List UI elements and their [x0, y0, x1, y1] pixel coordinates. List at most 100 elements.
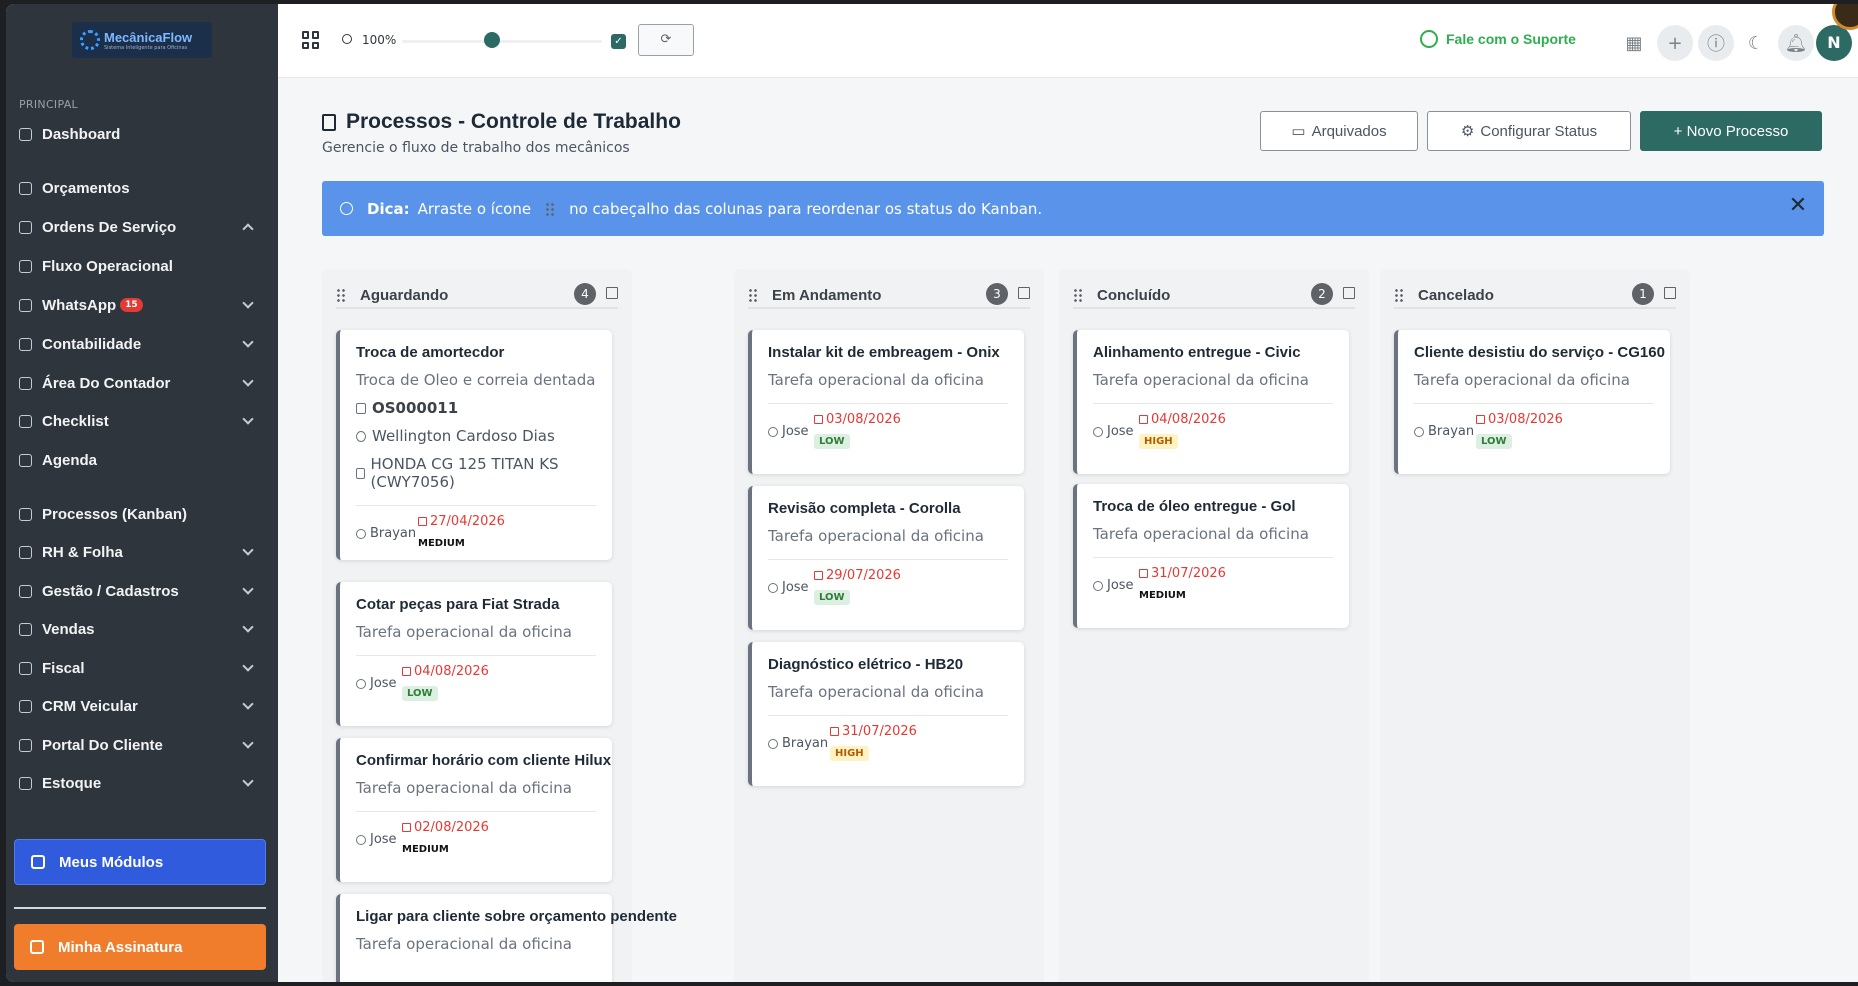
calendar-icon	[402, 823, 411, 832]
logo-name: MecânicaFlow	[104, 29, 193, 45]
due-date: 03/08/2026	[814, 412, 901, 427]
avatar[interactable]: N	[1816, 25, 1852, 61]
chevron-down-icon	[242, 775, 254, 787]
zoom-icon	[342, 34, 352, 44]
support-link[interactable]: Fale com o Suporte	[1420, 30, 1576, 48]
apps-add-icon[interactable]: ▦	[1616, 25, 1652, 61]
kanban-column-concluido: Concluído 2 Alinhamento entregue - Civic…	[1059, 269, 1369, 982]
tip-banner: Dica: Arraste o ícone no cabeçalho das c…	[322, 181, 1824, 236]
priority-badge: MEDIUM	[418, 538, 465, 549]
checklist-icon	[19, 414, 32, 428]
column-count-badge: 4	[574, 283, 596, 305]
gear-logo-icon	[80, 30, 100, 50]
puzzle-icon	[31, 855, 45, 869]
archive-icon[interactable]	[1343, 287, 1355, 299]
column-header: Em Andamento 3	[748, 283, 1030, 309]
sidebar-item-gestao-cadastros[interactable]: Gestão / Cadastros	[6, 573, 278, 609]
archived-button[interactable]: ▭ Arquivados	[1260, 111, 1418, 151]
clipboard-icon	[322, 113, 336, 131]
user-circle-icon	[1093, 580, 1103, 591]
apps-grid-icon[interactable]	[302, 31, 320, 49]
kanban-card[interactable]: Diagnóstico elétrico - HB20 Tarefa opera…	[748, 642, 1024, 786]
my-modules-button[interactable]: Meus Módulos	[14, 839, 266, 885]
calculator-icon	[19, 337, 32, 351]
chevron-down-icon	[242, 413, 254, 425]
assignee: Brayan	[356, 526, 416, 541]
zoom-value: 100%	[362, 33, 397, 47]
priority-badge: MEDIUM	[402, 844, 449, 855]
due-date: 03/08/2026	[1476, 412, 1563, 427]
box-icon	[19, 776, 32, 790]
zoom-slider-track[interactable]	[402, 40, 602, 43]
user-circle-icon	[356, 528, 366, 539]
due-date: 02/08/2026	[402, 820, 489, 835]
drag-handle-icon	[545, 201, 556, 216]
sidebar-item-whatsapp[interactable]: WhatsApp 15	[6, 287, 278, 323]
drag-handle-icon[interactable]	[1394, 288, 1404, 302]
user-circle-icon	[356, 834, 366, 845]
new-process-button[interactable]: + Novo Processo	[1640, 111, 1822, 151]
calendar-icon	[402, 667, 411, 676]
sidebar-item-fiscal[interactable]: Fiscal	[6, 650, 278, 686]
sidebar-item-vendas[interactable]: Vendas	[6, 611, 278, 647]
archive-icon[interactable]	[1018, 287, 1030, 299]
sidebar-item-fluxo-operacional[interactable]: Fluxo Operacional	[6, 248, 278, 284]
zoom-checkbox[interactable]: ✓	[611, 34, 626, 49]
zoom-slider-handle[interactable]	[484, 32, 500, 48]
info-icon[interactable]: ⓘ	[1698, 25, 1734, 61]
drag-handle-icon[interactable]	[1073, 288, 1083, 302]
close-icon[interactable]: ✕	[1786, 195, 1810, 219]
sidebar-item-processos-kanban[interactable]: Processos (Kanban)	[6, 496, 278, 532]
clipboard-icon	[19, 507, 32, 521]
page-subtitle: Gerencie o fluxo de trabalho dos mecânic…	[322, 140, 630, 156]
user-circle-icon	[1414, 426, 1424, 437]
sidebar: MecânicaFlow Sistema Inteligente para Of…	[6, 4, 278, 982]
kanban-card[interactable]: Confirmar horário com cliente Hilux Tare…	[336, 738, 612, 882]
sidebar-item-orcamentos[interactable]: Orçamentos	[6, 170, 278, 206]
bell-icon[interactable]: 🔔︎	[1778, 25, 1814, 61]
sidebar-divider	[14, 907, 266, 909]
moon-icon[interactable]: ☾	[1738, 25, 1774, 61]
sidebar-item-contabilidade[interactable]: Contabilidade	[6, 326, 278, 362]
sidebar-item-checklist[interactable]: Checklist	[6, 403, 278, 439]
kanban-card[interactable]: Cotar peças para Fiat Strada Tarefa oper…	[336, 582, 612, 726]
sidebar-item-ordens-de-servico[interactable]: Ordens De Serviço	[6, 209, 278, 245]
sidebar-item-rh-folha[interactable]: RH & Folha	[6, 534, 278, 570]
kanban-card[interactable]: Troca de óleo entregue - Gol Tarefa oper…	[1073, 484, 1349, 628]
kanban-card[interactable]: Ligar para cliente sobre orçamento pende…	[336, 894, 677, 982]
sidebar-item-estoque[interactable]: Estoque	[6, 765, 278, 801]
kanban-card[interactable]: Alinhamento entregue - Civic Tarefa oper…	[1073, 330, 1349, 474]
calendar-icon	[19, 453, 32, 467]
drag-handle-icon[interactable]	[336, 288, 346, 302]
cart-icon	[19, 622, 32, 636]
user-circle-icon	[1093, 426, 1103, 437]
logo-area: MecânicaFlow Sistema Inteligente para Of…	[6, 4, 278, 76]
sidebar-item-agenda[interactable]: Agenda	[6, 442, 278, 478]
sidebar-item-dashboard[interactable]: Dashboard	[6, 116, 278, 152]
sidebar-item-area-do-contador[interactable]: Área Do Contador	[6, 365, 278, 401]
archive-icon[interactable]	[606, 287, 618, 299]
refresh-button[interactable]: ⟳	[638, 24, 694, 56]
sidebar-item-crm-veicular[interactable]: CRM Veicular	[6, 688, 278, 724]
kanban-card[interactable]: Instalar kit de embreagem - Onix Tarefa …	[748, 330, 1024, 474]
card-footer: Brayan 03/08/2026 LOW	[1414, 403, 1654, 459]
kanban-card[interactable]: Revisão completa - Corolla Tarefa operac…	[748, 486, 1024, 630]
kanban-column-em-andamento: Em Andamento 3 Instalar kit de embreagem…	[734, 269, 1044, 982]
card-footer: Jose 29/07/2026 LOW	[768, 559, 1008, 615]
priority-badge: HIGH	[1139, 434, 1178, 449]
my-subscription-button[interactable]: Minha Assinatura	[14, 924, 266, 970]
column-count-badge: 2	[1311, 283, 1333, 305]
archive-icon[interactable]	[1664, 287, 1676, 299]
user-circle-icon	[768, 426, 778, 437]
kanban-card[interactable]: Cliente desistiu do serviço - CG160 Tare…	[1394, 330, 1670, 474]
drag-handle-icon[interactable]	[748, 288, 758, 302]
sidebar-item-portal-do-cliente[interactable]: Portal Do Cliente	[6, 727, 278, 763]
configure-status-button[interactable]: ⚙ Configurar Status	[1427, 111, 1631, 151]
kanban-card[interactable]: Troca de amortecdor Troca de Oleo e corr…	[336, 330, 612, 560]
os-number: OS000011	[356, 399, 596, 417]
logo[interactable]: MecânicaFlow Sistema Inteligente para Of…	[72, 22, 212, 58]
chevron-down-icon	[242, 621, 254, 633]
priority-badge: LOW	[1476, 434, 1512, 449]
plus-icon[interactable]: +	[1657, 25, 1693, 61]
gear-icon: ⚙	[1460, 123, 1475, 140]
